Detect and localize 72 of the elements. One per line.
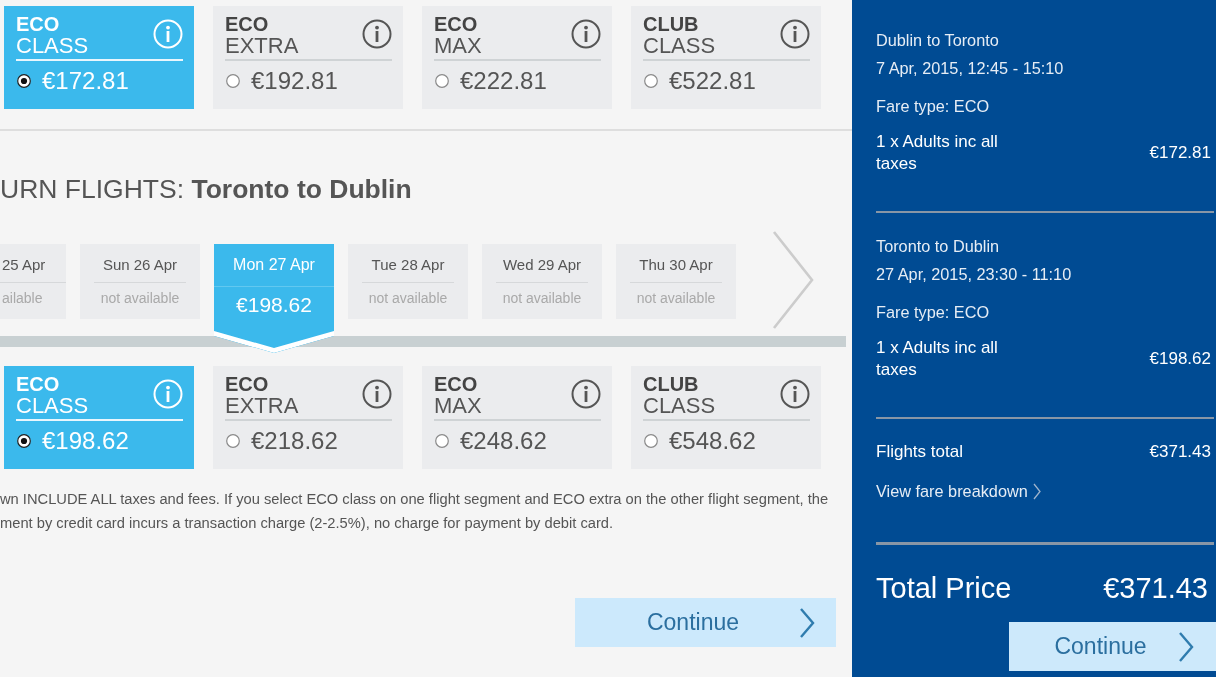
fare-type: Fare type: ECO — [876, 96, 991, 117]
fare-class: CLASS — [16, 34, 89, 58]
date-tab[interactable]: Wed 29 Apr not available — [482, 244, 602, 319]
fare-price: €218.62 — [251, 426, 338, 456]
fare-radio[interactable] — [17, 434, 31, 448]
fare-card[interactable]: CLUB CLASS €548.62 — [631, 366, 821, 469]
fare-radio[interactable] — [644, 74, 658, 88]
info-icon[interactable] — [362, 379, 392, 409]
fare-card[interactable]: CLUB CLASS €522.81 — [631, 6, 821, 109]
fare-card[interactable]: ECO EXTRA €192.81 — [213, 6, 403, 109]
fare-note-line: wn INCLUDE ALL taxes and fees. If you select ECO class on one flight segment and ECO extra on the other flight segment, the — [0, 490, 830, 509]
chevron-right-icon — [799, 607, 815, 638]
continue-button[interactable]: Continue — [575, 598, 836, 647]
fare-price: €172.81 — [42, 66, 129, 96]
fare-price: €248.62 — [460, 426, 547, 456]
info-icon[interactable] — [780, 379, 810, 409]
flight-route: Toronto to Dublin — [876, 236, 1001, 257]
passenger-text: 1 x Adults inc all taxes — [876, 337, 999, 381]
fare-name: CLUB — [643, 14, 700, 34]
fare-name: ECO — [16, 374, 61, 394]
fare-price: €548.62 — [669, 426, 756, 456]
fare-class: MAX — [434, 394, 482, 418]
fare-radio[interactable] — [226, 74, 240, 88]
chevron-right-icon — [1032, 482, 1041, 500]
fare-card[interactable]: ECO EXTRA €218.62 — [213, 366, 403, 469]
chevron-right-icon — [1178, 631, 1194, 662]
fare-type: Fare type: ECO — [876, 302, 991, 323]
fare-price: €522.81 — [669, 66, 756, 96]
date-tab[interactable]: Thu 30 Apr not available — [616, 244, 736, 319]
fare-name: ECO — [225, 14, 270, 34]
flight-route: Dublin to Toronto — [876, 30, 1000, 51]
date-tab[interactable]: 25 Apr ailable — [0, 244, 66, 319]
fare-breakdown-link[interactable]: View fare breakdown — [876, 480, 1041, 502]
fare-name: ECO — [225, 374, 270, 394]
fare-name: CLUB — [643, 374, 700, 394]
fare-class: MAX — [434, 34, 482, 58]
info-icon[interactable] — [362, 19, 392, 49]
fare-class: CLASS — [16, 394, 89, 418]
fare-class: EXTRA — [225, 394, 299, 418]
fare-radio[interactable] — [435, 74, 449, 88]
continue-button[interactable]: Continue — [1009, 622, 1216, 671]
fare-radio[interactable] — [644, 434, 658, 448]
info-icon[interactable] — [571, 379, 601, 409]
fare-class: EXTRA — [225, 34, 299, 58]
fare-price: €192.81 — [251, 66, 338, 96]
fare-radio[interactable] — [435, 434, 449, 448]
fare-radio[interactable] — [226, 434, 240, 448]
section-title: URN FLIGHTS: Toronto to Dublin — [0, 174, 413, 205]
fare-class: CLASS — [643, 394, 716, 418]
fare-name: ECO — [16, 14, 61, 34]
fare-price: €198.62 — [42, 426, 129, 456]
fare-name: ECO — [434, 14, 479, 34]
date-tab[interactable]: Sun 26 Apr not available — [80, 244, 200, 319]
fare-card[interactable]: ECO MAX €248.62 — [422, 366, 612, 469]
flights-total-label: Flights total — [876, 441, 963, 463]
info-icon[interactable] — [780, 19, 810, 49]
fare-card[interactable]: ECO MAX €222.81 — [422, 6, 612, 109]
flights-total-price: €371.43 — [1149, 441, 1211, 463]
fare-note-line: ment by credit card incurs a transaction charge (2-2.5%), no charge for payment by debit card. — [0, 514, 615, 533]
flight-time: 7 Apr, 2015, 12:45 - 15:10 — [876, 58, 1065, 79]
fare-radio[interactable] — [17, 74, 31, 88]
fare-price: €222.81 — [460, 66, 547, 96]
total-price: €371.43 — [1103, 571, 1208, 605]
flight-time: 27 Apr, 2015, 23:30 - 11:10 — [876, 264, 1073, 285]
flight-price: €198.62 — [1149, 348, 1211, 370]
passenger-text: 1 x Adults inc all taxes — [876, 131, 999, 175]
total-price-label: Total Price — [876, 571, 1012, 605]
fare-name: ECO — [434, 374, 479, 394]
fare-class: CLASS — [643, 34, 716, 58]
date-tab[interactable]: Tue 28 Apr not available — [348, 244, 468, 319]
flight-price: €172.81 — [1149, 142, 1211, 164]
info-icon[interactable] — [571, 19, 601, 49]
